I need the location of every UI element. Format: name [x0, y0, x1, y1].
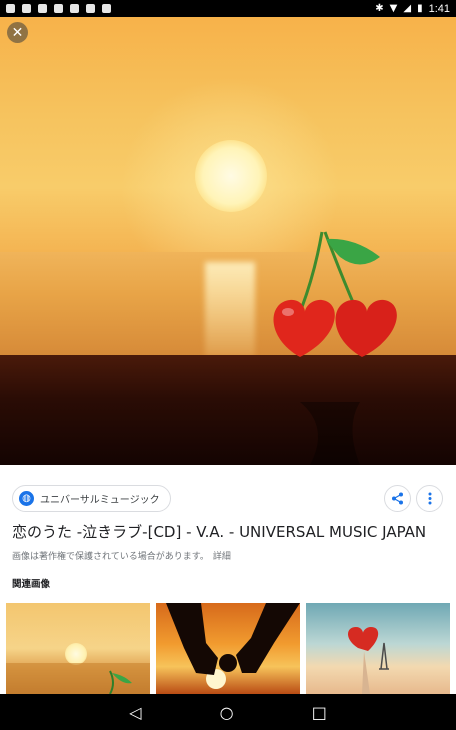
more-vert-icon — [428, 492, 431, 505]
copyright-notice: 画像は著作権で保護されている場合があります。 詳細 — [12, 549, 231, 562]
download-icon — [86, 4, 95, 13]
bluetooth-icon: ✱ — [375, 3, 384, 14]
clock: 1:41 — [428, 2, 450, 15]
thumbnail-art — [166, 603, 300, 675]
status-bar: ✱ ▼ ◢ ▮ 1:41 — [0, 0, 456, 17]
close-button[interactable]: ✕ — [7, 22, 28, 43]
share-button[interactable] — [384, 485, 411, 512]
back-button[interactable]: ◁ — [129, 703, 141, 722]
cherry-shadow — [300, 402, 360, 465]
battery-icon: ▮ — [417, 3, 423, 14]
cherry-heart-right — [335, 299, 397, 357]
mail-icon — [70, 4, 79, 13]
app-icon — [38, 4, 47, 13]
cherry-stem-left — [300, 231, 324, 308]
headset-icon — [22, 4, 31, 13]
cherry-highlight — [282, 308, 294, 316]
notification-icons — [6, 4, 111, 13]
recents-button[interactable]: □ — [312, 703, 327, 722]
source-chip[interactable]: ◍ ユニバーサルミュージック — [12, 485, 171, 512]
related-image-thumbnail[interactable] — [6, 603, 150, 694]
home-button[interactable]: ○ — [220, 703, 234, 722]
navigation-bar: ◁ ○ □ — [0, 694, 456, 730]
main-image[interactable] — [0, 17, 456, 465]
app-icon — [54, 4, 63, 13]
related-images — [6, 603, 450, 694]
system-icons: ✱ ▼ ◢ ▮ 1:41 — [375, 3, 450, 15]
related-images-heading: 関連画像 — [12, 579, 51, 590]
thumbnail-art — [6, 663, 150, 694]
share-icon — [392, 492, 403, 505]
signal-icon — [102, 4, 111, 13]
related-image-thumbnail[interactable] — [156, 603, 300, 694]
cherry-heart-left — [273, 299, 335, 357]
copyright-text: 画像は著作権で保護されている場合があります。 — [12, 552, 209, 562]
thumbnail-art — [348, 627, 389, 694]
globe-icon: ◍ — [19, 491, 34, 506]
source-name: ユニバーサルミュージック — [40, 495, 160, 506]
related-image-thumbnail[interactable] — [306, 603, 450, 694]
more-options-button[interactable] — [416, 485, 443, 512]
cell-signal-icon: ◢ — [403, 3, 412, 14]
leaf — [326, 238, 380, 265]
cherry-illustration — [273, 231, 397, 465]
detail-link[interactable]: 詳細 — [213, 552, 231, 562]
image-title[interactable]: 恋のうた -泣きラブ-[CD] - V.A. - UNIVERSAL MUSIC… — [12, 521, 448, 542]
warning-icon — [6, 4, 15, 13]
close-icon: ✕ — [11, 24, 24, 41]
wifi-icon: ▼ — [389, 3, 398, 14]
